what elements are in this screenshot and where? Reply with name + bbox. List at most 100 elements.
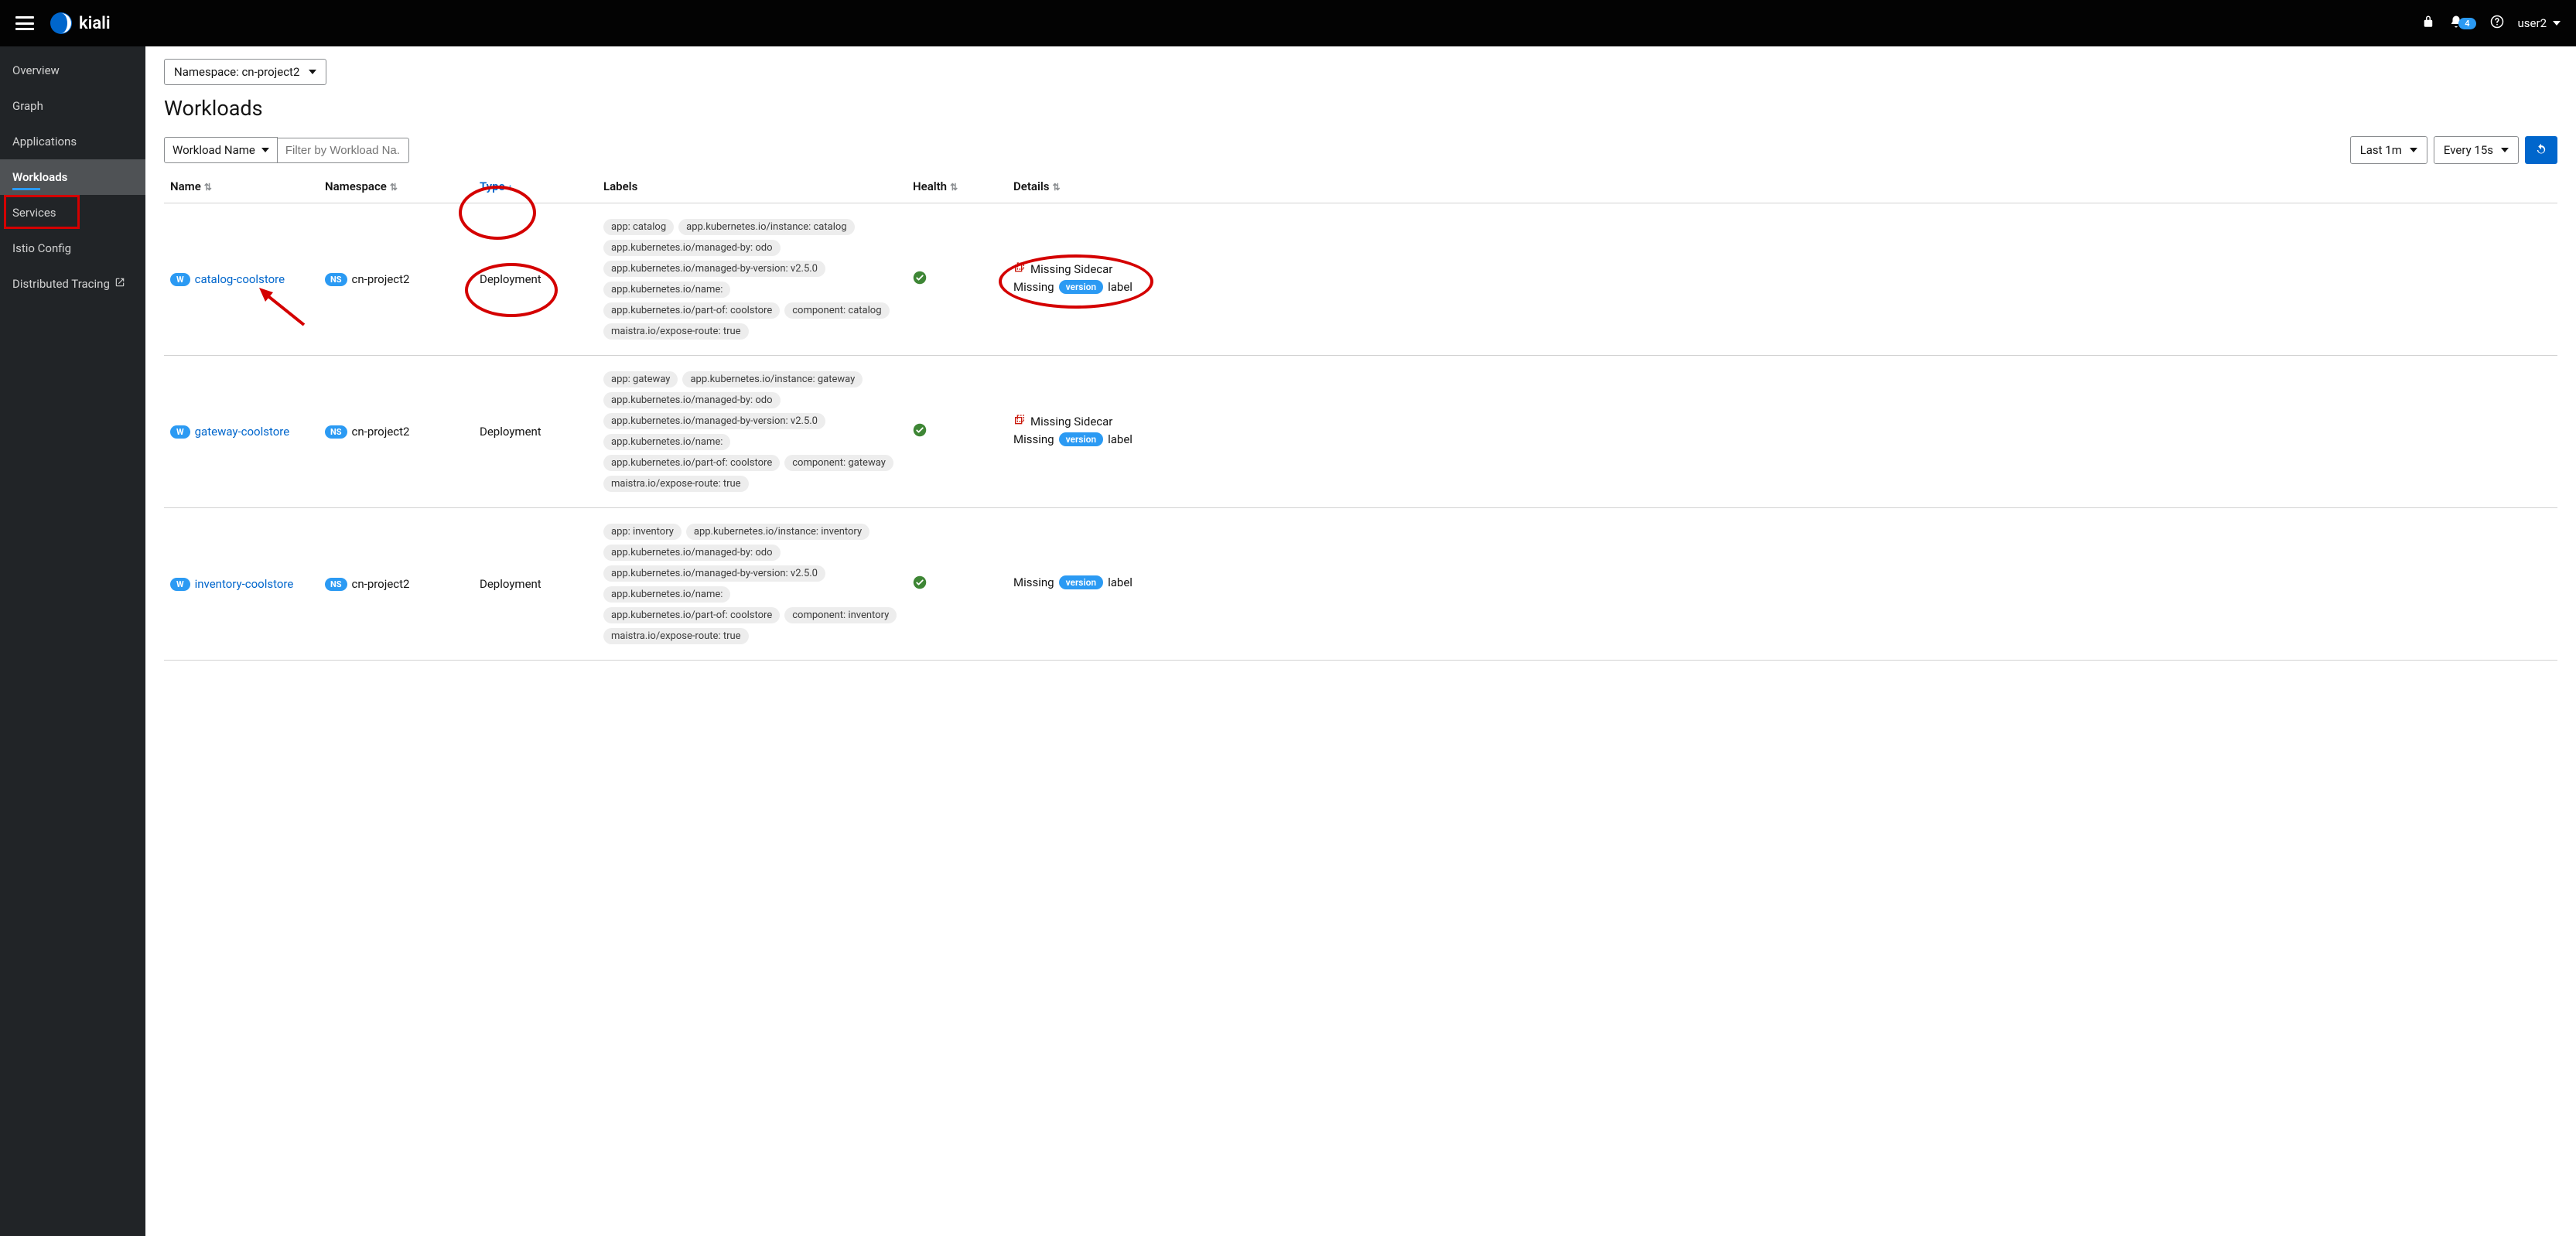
label-chip: app.kubernetes.io/instance: catalog	[678, 219, 854, 235]
hamburger-menu-icon[interactable]	[15, 16, 34, 30]
workload-link[interactable]: gateway-coolstore	[195, 425, 290, 439]
missing-sidecar-icon	[1013, 261, 1026, 277]
time-range-label: Last 1m	[2360, 143, 2402, 157]
nav-label: Istio Config	[12, 241, 71, 255]
nav-label: Overview	[12, 63, 60, 77]
missing-label-suffix: label	[1108, 575, 1133, 589]
nav-label: Workloads	[12, 170, 67, 184]
username-label: user2	[2518, 16, 2547, 30]
table-row: W catalog-coolstore NS cn-project2 Deploym…	[164, 203, 2557, 356]
col-header-name[interactable]: Name⇅	[164, 170, 319, 203]
health-ok-icon	[913, 426, 927, 440]
sidebar-item-distributed-tracing[interactable]: Distributed Tracing	[0, 266, 145, 302]
workload-badge-icon: W	[170, 578, 190, 591]
topbar: kiali 4 user2	[0, 0, 2576, 46]
label-chip: app.kubernetes.io/part-of: coolstore	[603, 607, 780, 623]
page-title: Workloads	[164, 96, 2557, 121]
user-menu[interactable]: user2	[2518, 16, 2561, 30]
brand-name: kiali	[79, 14, 111, 33]
brand-logo[interactable]: kiali	[50, 12, 111, 35]
type-cell: Deployment	[473, 356, 597, 508]
label-chip: app.kubernetes.io/managed-by-version: v2…	[603, 413, 825, 429]
label-chip: component: gateway	[784, 455, 893, 471]
missing-sidecar-icon	[1013, 414, 1026, 429]
missing-label-prefix: Missing	[1013, 280, 1054, 294]
label-chip: app.kubernetes.io/part-of: coolstore	[603, 302, 780, 319]
label-chip: component: inventory	[784, 607, 897, 623]
missing-sidecar-text: Missing Sidecar	[1030, 262, 1112, 276]
topbar-right: 4 user2	[2421, 15, 2561, 32]
health-ok-icon	[913, 579, 927, 592]
caret-down-icon	[261, 148, 269, 152]
time-range-select[interactable]: Last 1m	[2350, 136, 2427, 164]
col-label: Labels	[603, 179, 637, 193]
label-chip: app.kubernetes.io/name:	[603, 586, 730, 603]
col-header-health[interactable]: Health⇅	[907, 170, 1007, 203]
version-chip: version	[1059, 432, 1104, 446]
label-chip: component: catalog	[784, 302, 889, 319]
col-label: Details	[1013, 179, 1049, 193]
refresh-button[interactable]	[2525, 136, 2557, 164]
col-header-labels[interactable]: Labels	[597, 170, 907, 203]
col-label: Name	[170, 179, 201, 193]
type-cell: Deployment	[473, 508, 597, 661]
col-label: Type	[480, 179, 505, 193]
label-chip: app.kubernetes.io/instance: gateway	[682, 371, 863, 388]
health-ok-icon	[913, 274, 927, 288]
caret-down-icon	[2553, 21, 2561, 26]
main-content: Namespace: cn-project2 Workloads Workloa…	[145, 46, 2576, 1236]
sidebar-item-services[interactable]: Services	[0, 195, 145, 230]
workloads-table: Name⇅ Namespace⇅ Type↑ Labels Health⇅ De…	[164, 170, 2557, 661]
namespace-text: cn-project2	[352, 577, 410, 591]
caret-down-icon	[309, 70, 316, 74]
sidebar-item-graph[interactable]: Graph	[0, 88, 145, 124]
workload-link[interactable]: catalog-coolstore	[195, 272, 285, 286]
col-label: Namespace	[325, 179, 387, 193]
label-chip: app.kubernetes.io/managed-by: odo	[603, 392, 781, 408]
nav-label: Applications	[12, 135, 77, 149]
label-chip: app.kubernetes.io/name:	[603, 434, 730, 450]
lock-icon[interactable]	[2421, 15, 2435, 32]
col-header-type[interactable]: Type↑	[473, 170, 597, 203]
namespace-text: cn-project2	[352, 272, 410, 286]
list-toolbar: Workload Name Last 1m Every 15s	[164, 136, 2557, 164]
label-chip: app: gateway	[603, 371, 678, 388]
namespace-badge-icon: NS	[325, 578, 347, 591]
sidebar-nav: Overview Graph Applications Workloads Se…	[0, 46, 145, 1236]
version-chip: version	[1059, 280, 1104, 294]
col-header-details[interactable]: Details⇅	[1007, 170, 2557, 203]
label-chip: maistra.io/expose-route: true	[603, 476, 749, 492]
notifications-button[interactable]: 4	[2449, 15, 2475, 32]
namespace-badge-icon: NS	[325, 273, 347, 286]
version-chip: version	[1059, 575, 1104, 589]
label-chip: app.kubernetes.io/managed-by-version: v2…	[603, 565, 825, 582]
missing-label-suffix: label	[1108, 432, 1133, 446]
workload-link[interactable]: inventory-coolstore	[195, 577, 294, 591]
nav-label: Graph	[12, 99, 43, 113]
col-label: Health	[913, 179, 947, 193]
workload-badge-icon: W	[170, 273, 190, 286]
missing-sidecar-text: Missing Sidecar	[1030, 415, 1112, 429]
refresh-icon	[2534, 143, 2548, 157]
notification-count-badge: 4	[2458, 18, 2475, 29]
label-chip: app.kubernetes.io/instance: inventory	[686, 524, 869, 540]
sidebar-item-applications[interactable]: Applications	[0, 124, 145, 159]
namespace-badge-icon: NS	[325, 425, 347, 439]
namespace-selector[interactable]: Namespace: cn-project2	[164, 59, 326, 85]
kiali-logo-icon	[50, 12, 73, 35]
filter-type-dropdown[interactable]: Workload Name	[164, 137, 278, 163]
namespace-selector-label: Namespace: cn-project2	[174, 65, 299, 79]
refresh-interval-select[interactable]: Every 15s	[2434, 136, 2519, 164]
col-header-namespace[interactable]: Namespace⇅	[319, 170, 473, 203]
label-chip: app.kubernetes.io/part-of: coolstore	[603, 455, 780, 471]
label-chip: maistra.io/expose-route: true	[603, 323, 749, 340]
type-cell: Deployment	[473, 203, 597, 356]
external-link-icon	[114, 277, 125, 291]
table-row: W gateway-coolstore NScn-project2Deploym…	[164, 356, 2557, 508]
filter-type-label: Workload Name	[173, 143, 255, 157]
sidebar-item-overview[interactable]: Overview	[0, 53, 145, 88]
sidebar-item-istio-config[interactable]: Istio Config	[0, 230, 145, 266]
help-icon[interactable]	[2490, 15, 2504, 32]
sidebar-item-workloads[interactable]: Workloads	[0, 159, 145, 195]
filter-input[interactable]	[278, 138, 409, 163]
